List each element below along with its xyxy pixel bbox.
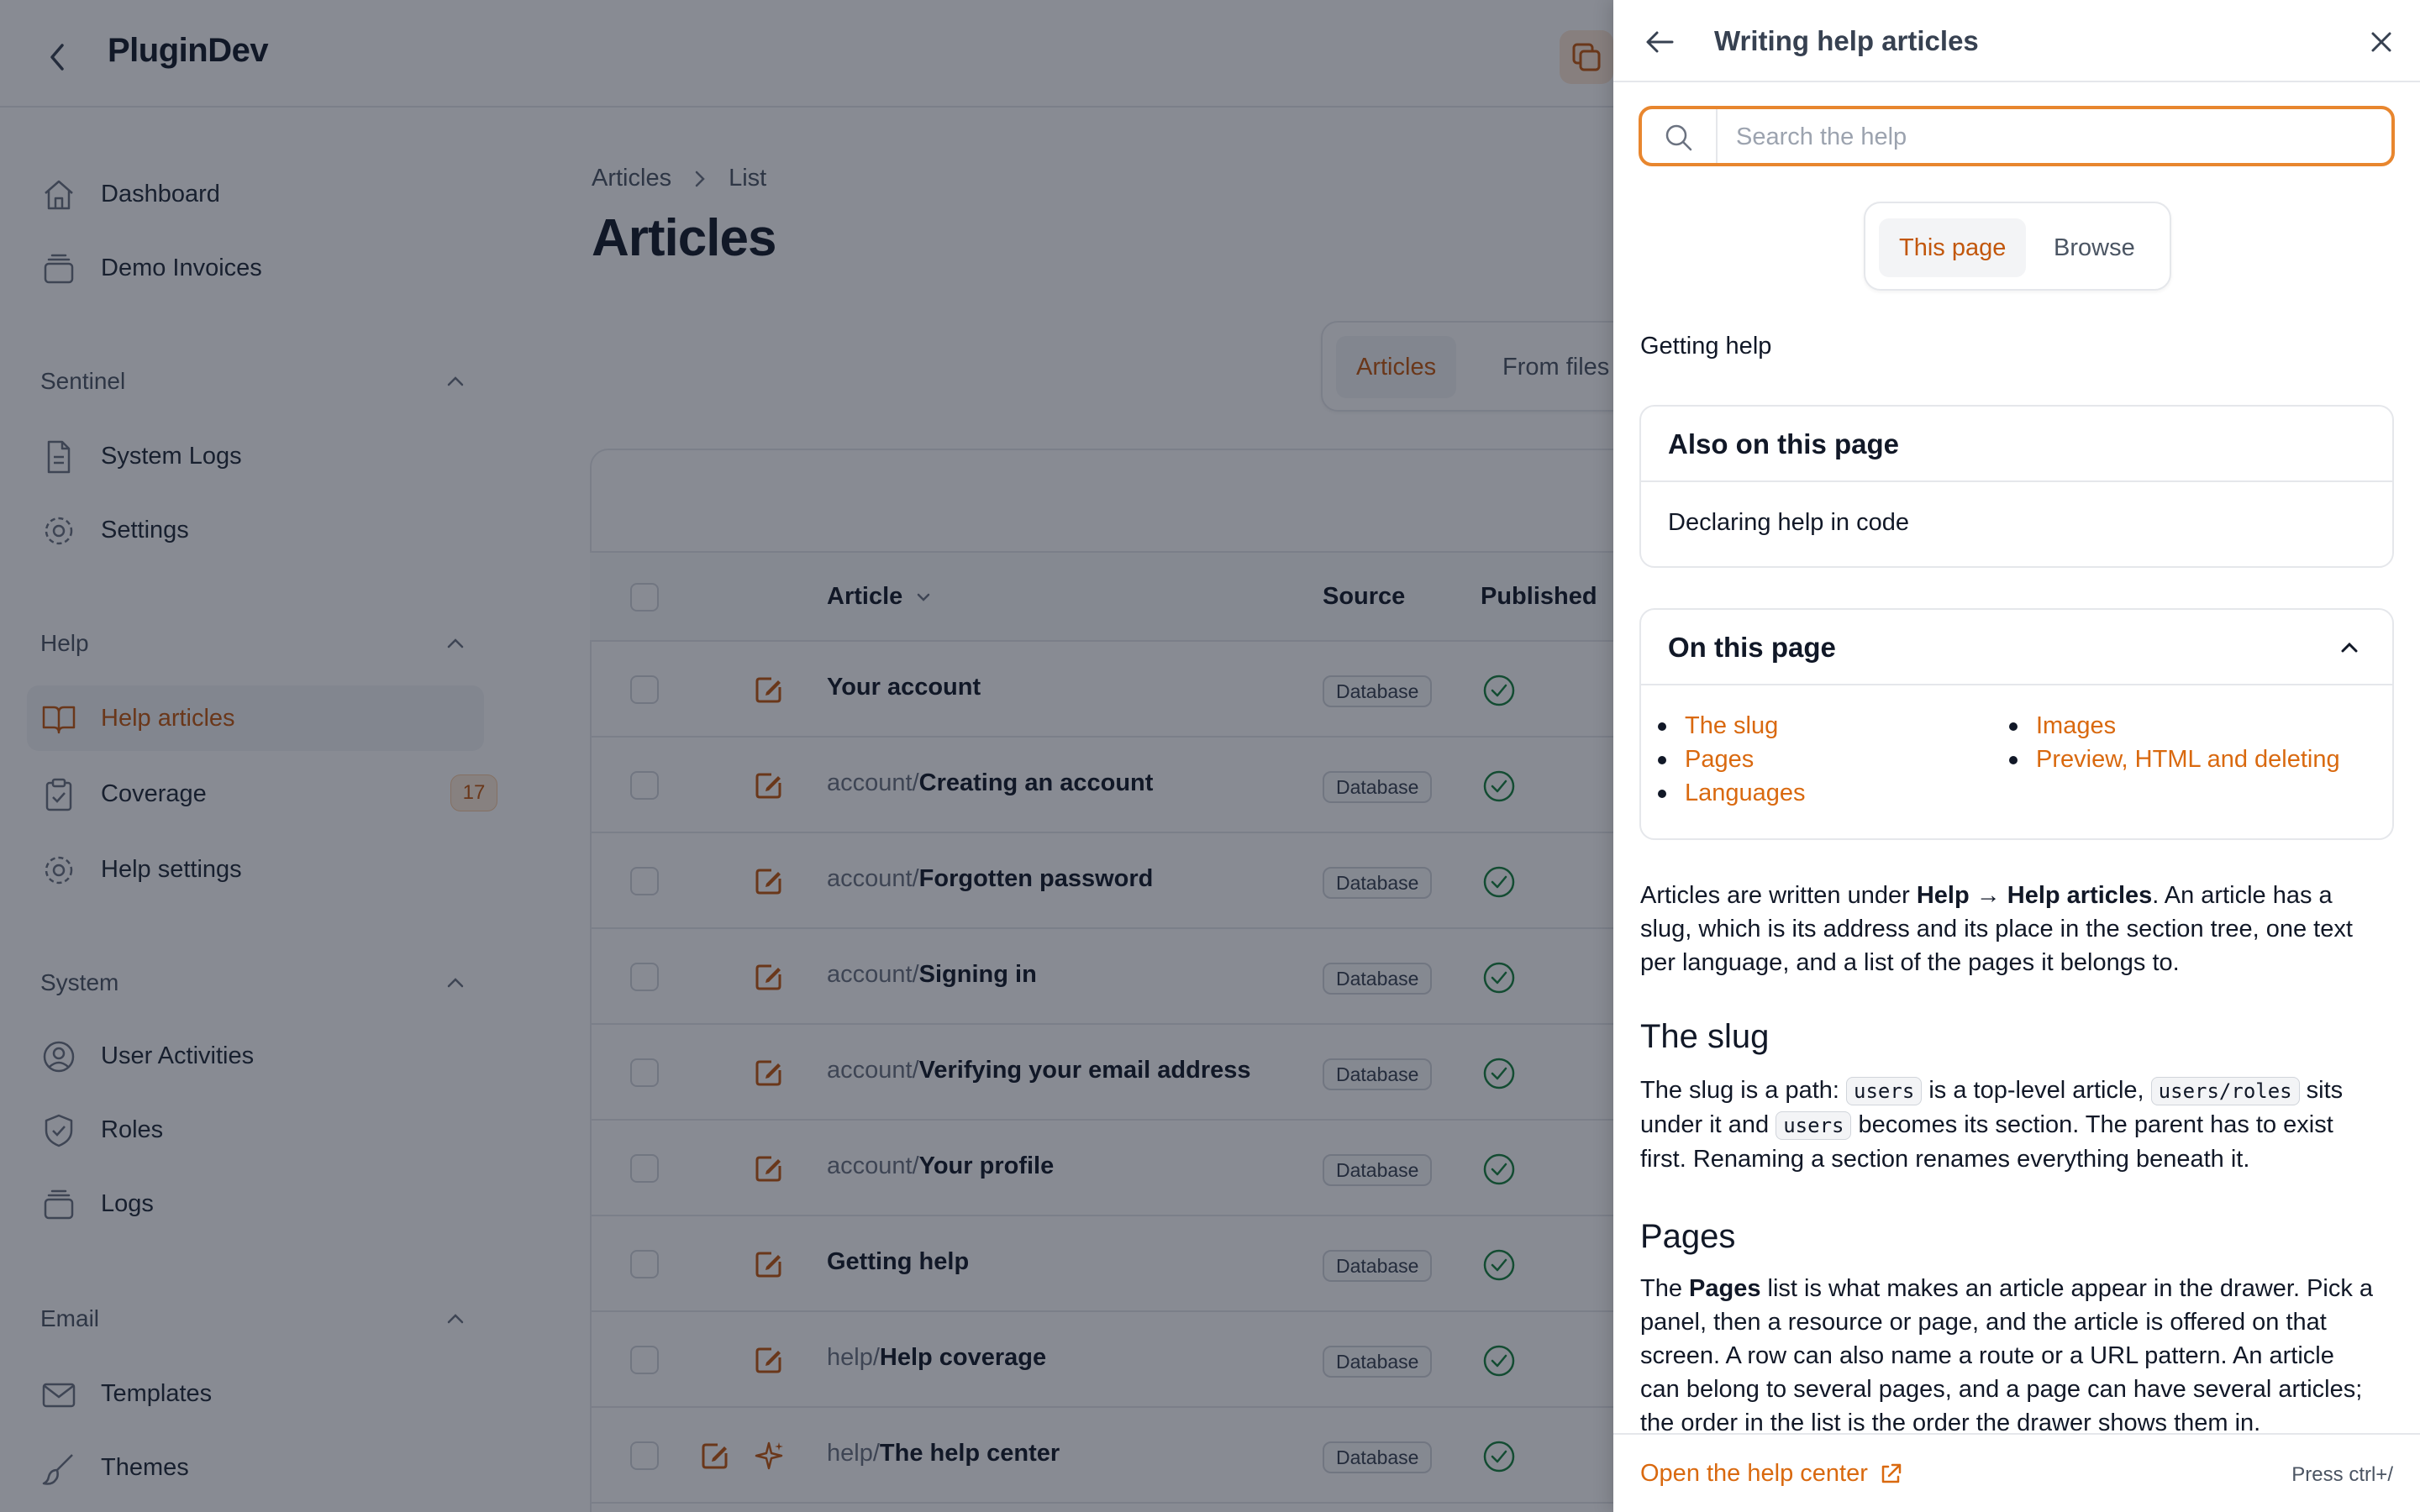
arrow-left-icon[interactable]	[1640, 22, 1681, 62]
external-link-icon	[1881, 1463, 1902, 1483]
search-divider	[1716, 109, 1718, 163]
drawer-footer: Open the help center Press ctrl+/	[1613, 1433, 2420, 1512]
bold-span: Help	[1916, 882, 1970, 909]
on-this-page-card: On this page The slug Pages Languages Im…	[1639, 608, 2394, 840]
also-on-page-card: Also on this page Declaring help in code	[1639, 405, 2394, 568]
keyboard-hint: Press ctrl+/	[2291, 1463, 2393, 1486]
tab-this-page[interactable]: This page	[1879, 218, 2027, 277]
text-span: The	[1640, 1275, 1690, 1302]
app-window: PluginDev Dashboard Demo Invoices Sentin…	[0, 0, 2420, 1512]
text-span: The slug is a path:	[1640, 1077, 1847, 1104]
drawer-title: Writing help articles	[1714, 25, 1979, 56]
toc-link[interactable]: The slug	[1655, 709, 1806, 743]
heading-pages: Pages	[1640, 1218, 1736, 1255]
close-icon[interactable]	[2361, 22, 2402, 62]
text-span: →	[1969, 882, 2007, 909]
inline-code: users/roles	[2150, 1077, 2300, 1105]
card-title: Also on this page	[1668, 428, 1900, 459]
toc-link[interactable]: Languages	[1655, 776, 1806, 810]
toc-column-1: The slug Pages Languages	[1655, 709, 1806, 810]
link-label: Open the help center	[1640, 1460, 1868, 1487]
section-label: Getting help	[1640, 333, 1772, 360]
help-search-input[interactable]	[1736, 118, 2375, 156]
card-title: On this page	[1668, 632, 1836, 663]
slug-paragraph: The slug is a path: users is a top-level…	[1640, 1074, 2380, 1176]
inline-code: users	[1846, 1077, 1923, 1105]
toc-link[interactable]: Pages	[1655, 743, 1806, 776]
open-help-center-link[interactable]: Open the help center	[1640, 1460, 1903, 1488]
text-span: Articles are written under	[1640, 882, 1917, 909]
bold-span: Pages	[1689, 1275, 1761, 1302]
inline-code: users	[1776, 1111, 1852, 1140]
help-search-field	[1639, 106, 2395, 166]
heading-the-slug: The slug	[1640, 1018, 1770, 1055]
tab-browse[interactable]: Browse	[2033, 218, 2155, 277]
toc-link[interactable]: Images	[2006, 709, 2340, 743]
toc-column-2: Images Preview, HTML and deleting	[2006, 709, 2340, 776]
drawer-header: Writing help articles	[1613, 0, 2420, 82]
pages-paragraph: The Pages list is what makes an article …	[1640, 1272, 2380, 1440]
chevron-up-icon[interactable]	[2335, 633, 2364, 662]
text-span: is a top-level article,	[1922, 1077, 2151, 1104]
search-icon	[1665, 124, 1692, 151]
card-header[interactable]: On this page	[1641, 610, 2392, 685]
drawer-tabs: This page Browse	[1864, 202, 2171, 291]
intro-paragraph: Articles are written under Help → Help a…	[1640, 879, 2380, 979]
modal-backdrop[interactable]	[0, 0, 1613, 1512]
toc-link[interactable]: Preview, HTML and deleting	[2006, 743, 2340, 776]
related-article-link[interactable]: Declaring help in code	[1668, 509, 1909, 537]
bold-span: Help articles	[2007, 882, 2153, 909]
card-header: Also on this page	[1641, 407, 2392, 482]
